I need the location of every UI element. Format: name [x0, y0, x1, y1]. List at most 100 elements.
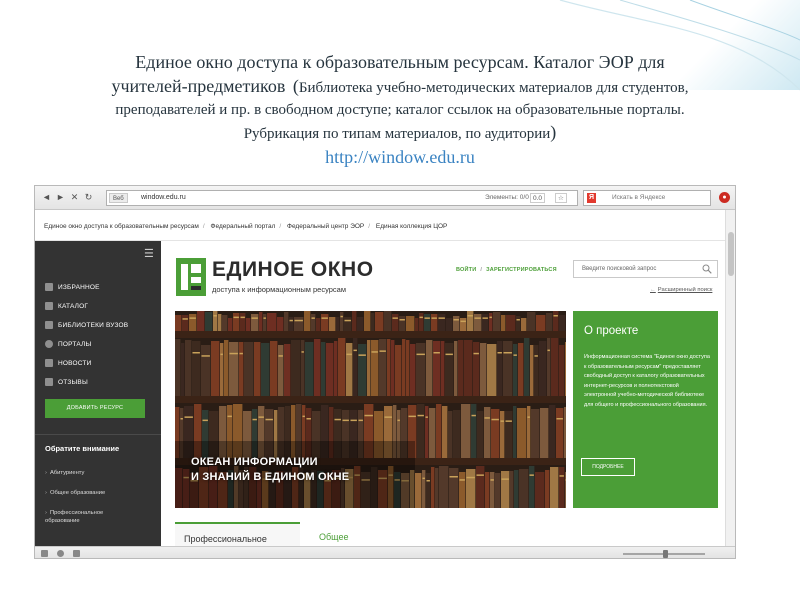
site-search-input[interactable]: Введите поисковой запрос — [573, 260, 718, 278]
browser-search-box[interactable]: Я Искать в Яндексе — [583, 190, 711, 206]
book-band — [239, 352, 243, 355]
book-band — [433, 352, 440, 354]
vertical-scrollbar[interactable] — [725, 210, 735, 546]
register-link[interactable]: ЗАРЕГИСТРИРОВАТЬСЯ — [486, 267, 557, 273]
book-band — [471, 414, 476, 417]
shelf-plank — [175, 396, 566, 403]
news-icon — [45, 359, 53, 367]
book-spine — [445, 343, 454, 396]
sidebar-item-reviews[interactable]: ОТЗЫВЫ — [45, 375, 88, 389]
book-spine — [534, 345, 539, 396]
status-icon-cloud[interactable] — [57, 550, 64, 557]
sidebar-link-label: Профессиональное образование — [45, 510, 104, 524]
book-spine — [506, 315, 516, 331]
book-spine — [487, 344, 497, 396]
advanced-search-link[interactable]: ← Расширенный поиск — [650, 287, 712, 293]
sidebar-item-portals[interactable]: ПОРТАЛЫ — [45, 337, 91, 351]
status-icon-page[interactable] — [41, 550, 48, 557]
add-resource-button[interactable]: ДОБАВИТЬ РЕСУРС — [45, 399, 145, 418]
sidebar-item-label: ИЗБРАННОЕ — [58, 283, 100, 291]
abp-icon[interactable]: ● — [719, 192, 730, 203]
book-band — [559, 475, 564, 477]
slide-title-line3: преподавателей и пр. в свободном доступе… — [115, 102, 685, 118]
forward-icon[interactable]: ► — [55, 192, 66, 203]
back-icon[interactable]: ◄ — [41, 192, 52, 203]
sidebar-item-catalog[interactable]: КАТАЛОГ — [45, 299, 88, 313]
book-band — [453, 319, 459, 321]
sidebar-link-professional-education[interactable]: › Профессиональное образование — [45, 509, 125, 525]
bookmark-star-icon[interactable]: ☆ — [555, 193, 567, 203]
sidebar-item-university-libraries[interactable]: БИБЛИОТЕКИ ВУЗОВ — [45, 318, 128, 332]
breadcrumb-item-window[interactable]: Единое окно доступа к образовательным ре… — [44, 223, 199, 230]
book-spine — [480, 343, 487, 396]
status-icon-download[interactable] — [73, 550, 80, 557]
book-spine — [192, 341, 201, 396]
book-band — [459, 479, 465, 481]
address-text[interactable]: window.edu.ru — [141, 194, 186, 201]
breadcrumb-separator: / — [368, 223, 371, 230]
more-button[interactable]: ПОДРОБНЕЕ — [581, 458, 635, 476]
book-band — [189, 317, 196, 319]
book-band — [392, 317, 398, 319]
book-band — [489, 316, 492, 319]
hero-banner[interactable]: ОКЕАН ИНФОРМАЦИИ И ЗНАНИЙ В ЕДИНОМ ОКНЕ — [175, 311, 566, 508]
book-band — [258, 416, 264, 418]
stop-load-icon[interactable]: ✕ — [69, 192, 80, 203]
book-band — [201, 355, 210, 357]
browser-toolbar: ◄ ► ✕ ↻ Веб window.edu.ru Элементы: 0/0 … — [35, 186, 735, 210]
tab-general[interactable]: Общее — [319, 532, 348, 542]
book-spine — [490, 472, 495, 508]
book-spine — [301, 340, 305, 396]
reload-icon[interactable]: ↻ — [83, 192, 94, 203]
comment-icon — [45, 378, 53, 386]
book-spine — [304, 311, 311, 331]
book-spine — [344, 317, 352, 331]
book-band — [500, 420, 504, 422]
sidebar-item-favorites[interactable]: ИЗБРАННОЕ — [45, 280, 100, 294]
address-bar[interactable]: Веб window.edu.ru Элементы: 0/0 0.0 ☆ — [106, 190, 578, 206]
book-band — [358, 419, 363, 422]
book-spine — [229, 342, 239, 396]
slide-title-line4-wrap: Рубрикация по типам материалов, по аудит… — [20, 121, 780, 145]
book-spine — [524, 338, 530, 396]
book-spine — [267, 313, 277, 331]
breadcrumb-item-federal-portal[interactable]: Федеральный портал — [211, 223, 276, 230]
breadcrumb-item-school-collection[interactable]: Единая коллекция ЦОР — [376, 223, 447, 230]
book-band — [350, 419, 357, 422]
chevron-right-icon: › — [45, 490, 47, 496]
book-spine — [284, 344, 291, 396]
book-band — [416, 353, 425, 356]
browser-status-bar — [35, 546, 735, 558]
book-spine — [565, 472, 566, 508]
sidebar-link-applicants[interactable]: › Абитуриенту — [45, 469, 155, 477]
book-spine — [466, 469, 476, 508]
book-spine — [431, 467, 435, 508]
breadcrumb-item-fcior[interactable]: Федеральный центр ЭОР — [287, 223, 364, 230]
book-spine — [516, 316, 521, 331]
book-spine — [565, 342, 566, 396]
slide-url[interactable]: http://window.edu.ru — [20, 147, 780, 168]
book-spine — [556, 408, 564, 458]
search-icon[interactable] — [702, 264, 712, 274]
book-spine — [540, 408, 549, 458]
book-spine — [189, 314, 197, 331]
page-viewport: Единое окно доступа к образовательным ре… — [35, 210, 725, 546]
book-spine — [553, 311, 559, 331]
book-spine — [371, 340, 379, 396]
book-band — [306, 418, 311, 420]
sidebar-item-news[interactable]: НОВОСТИ — [45, 356, 91, 370]
login-link[interactable]: ВОЙТИ — [456, 267, 476, 273]
sidebar-link-general-education[interactable]: › Общее образование — [45, 489, 155, 497]
tab-professional[interactable]: Профессиональное — [175, 522, 300, 546]
book-band — [419, 316, 423, 319]
book-spine — [375, 312, 384, 331]
slide-title: Единое окно доступа к образовательным ре… — [20, 50, 780, 168]
logo-icon[interactable] — [176, 258, 206, 296]
zoom-slider-knob[interactable] — [663, 550, 668, 558]
sidebar-divider — [35, 434, 161, 435]
book-spine — [263, 314, 267, 331]
logo-title[interactable]: ЕДИНОЕ ОКНО — [212, 258, 374, 282]
menu-icon[interactable]: ☰ — [144, 247, 156, 260]
scrollbar-thumb[interactable] — [728, 232, 734, 276]
book-spine — [205, 312, 213, 331]
